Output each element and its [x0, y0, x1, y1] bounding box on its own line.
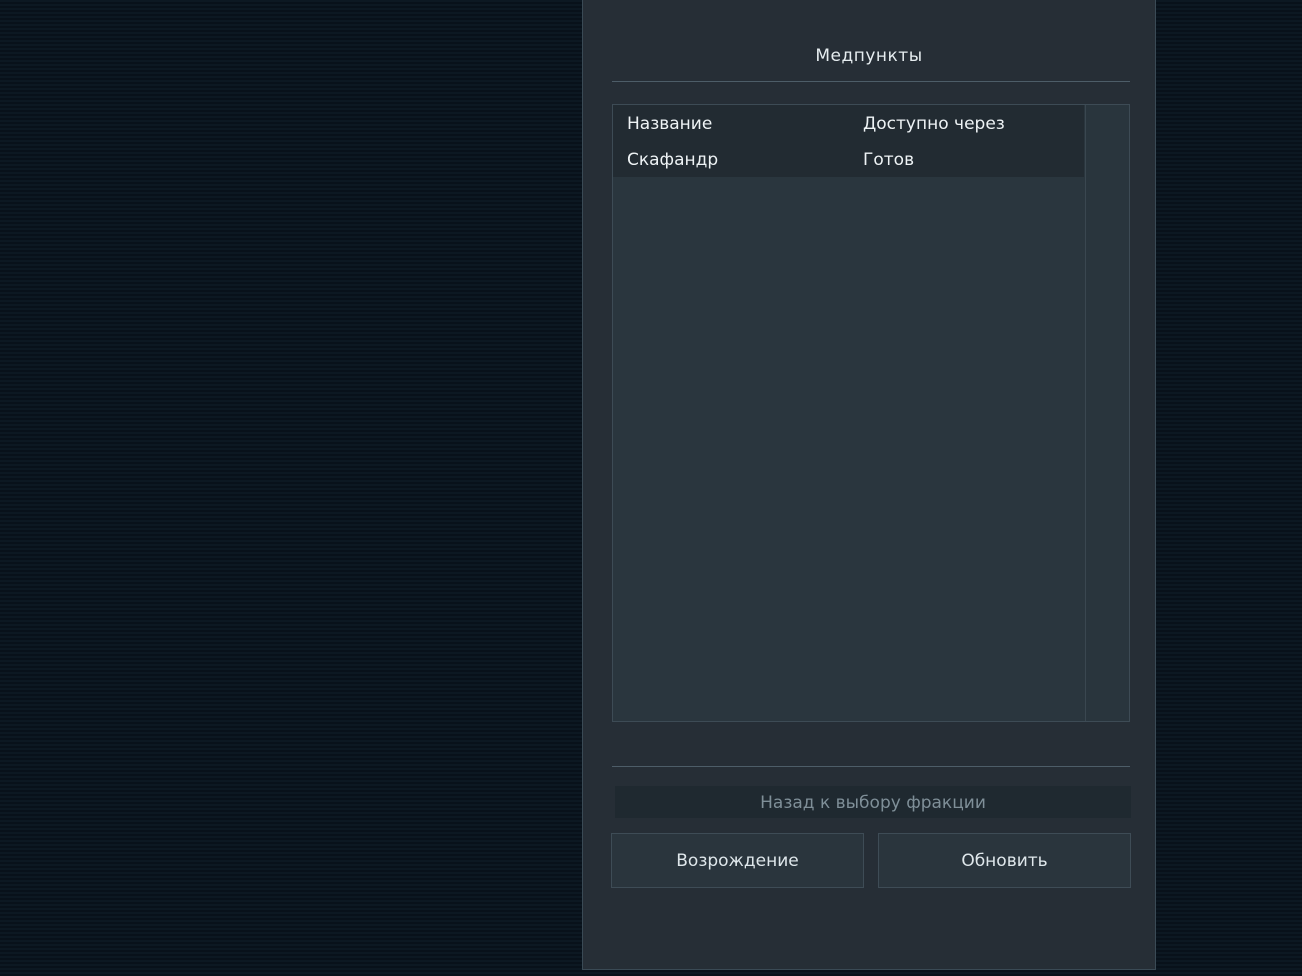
list-scrollbar[interactable] — [1085, 105, 1129, 721]
list-item-status: Готов — [863, 150, 915, 170]
list-rows: Название Доступно через Скафандр Готов — [613, 105, 1084, 177]
medpoint-list: Название Доступно через Скафандр Готов — [612, 104, 1130, 722]
list-item[interactable]: Скафандр Готов — [613, 141, 1084, 177]
list-header-row: Название Доступно через — [613, 105, 1084, 141]
panel-title: Медпункты — [815, 46, 923, 66]
medpoints-panel: Медпункты Название Доступно через Скафан… — [582, 0, 1156, 970]
respawn-button[interactable]: Возрождение — [611, 833, 864, 888]
title-divider — [612, 81, 1130, 82]
column-available-header: Доступно через — [863, 114, 1005, 134]
bottom-divider — [612, 766, 1130, 767]
list-item-name: Скафандр — [627, 150, 719, 170]
column-name-header: Название — [627, 114, 713, 134]
refresh-button[interactable]: Обновить — [878, 833, 1131, 888]
back-to-faction-button[interactable]: Назад к выбору фракции — [615, 786, 1131, 818]
